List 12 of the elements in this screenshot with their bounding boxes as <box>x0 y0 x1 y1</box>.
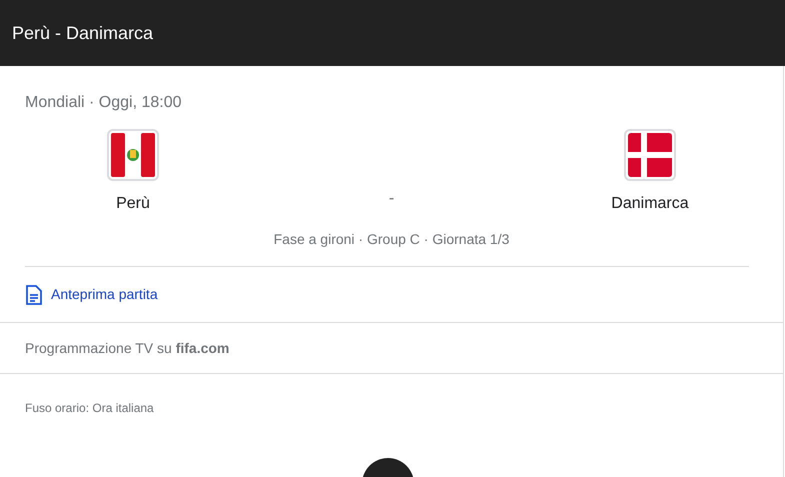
timezone-text: Fuso orario: Ora italiana <box>25 401 154 415</box>
team-name: Perù <box>116 194 150 214</box>
match-preview-link[interactable]: Anteprima partita <box>25 284 158 305</box>
flag-icon <box>107 129 159 181</box>
team-name: Danimarca <box>611 194 689 214</box>
flag-icon <box>624 129 676 181</box>
document-icon <box>25 284 43 304</box>
match-stage: Fase a gironi · Group C · Giornata 1/3 <box>274 230 510 249</box>
match-score: - <box>388 189 394 209</box>
page-title: Perù - Danimarca <box>12 22 154 44</box>
tv-schedule-text: Programmazione TV su fifa.com <box>25 338 230 358</box>
competition-time: Mondiali · Oggi, 18:00 <box>25 93 182 113</box>
